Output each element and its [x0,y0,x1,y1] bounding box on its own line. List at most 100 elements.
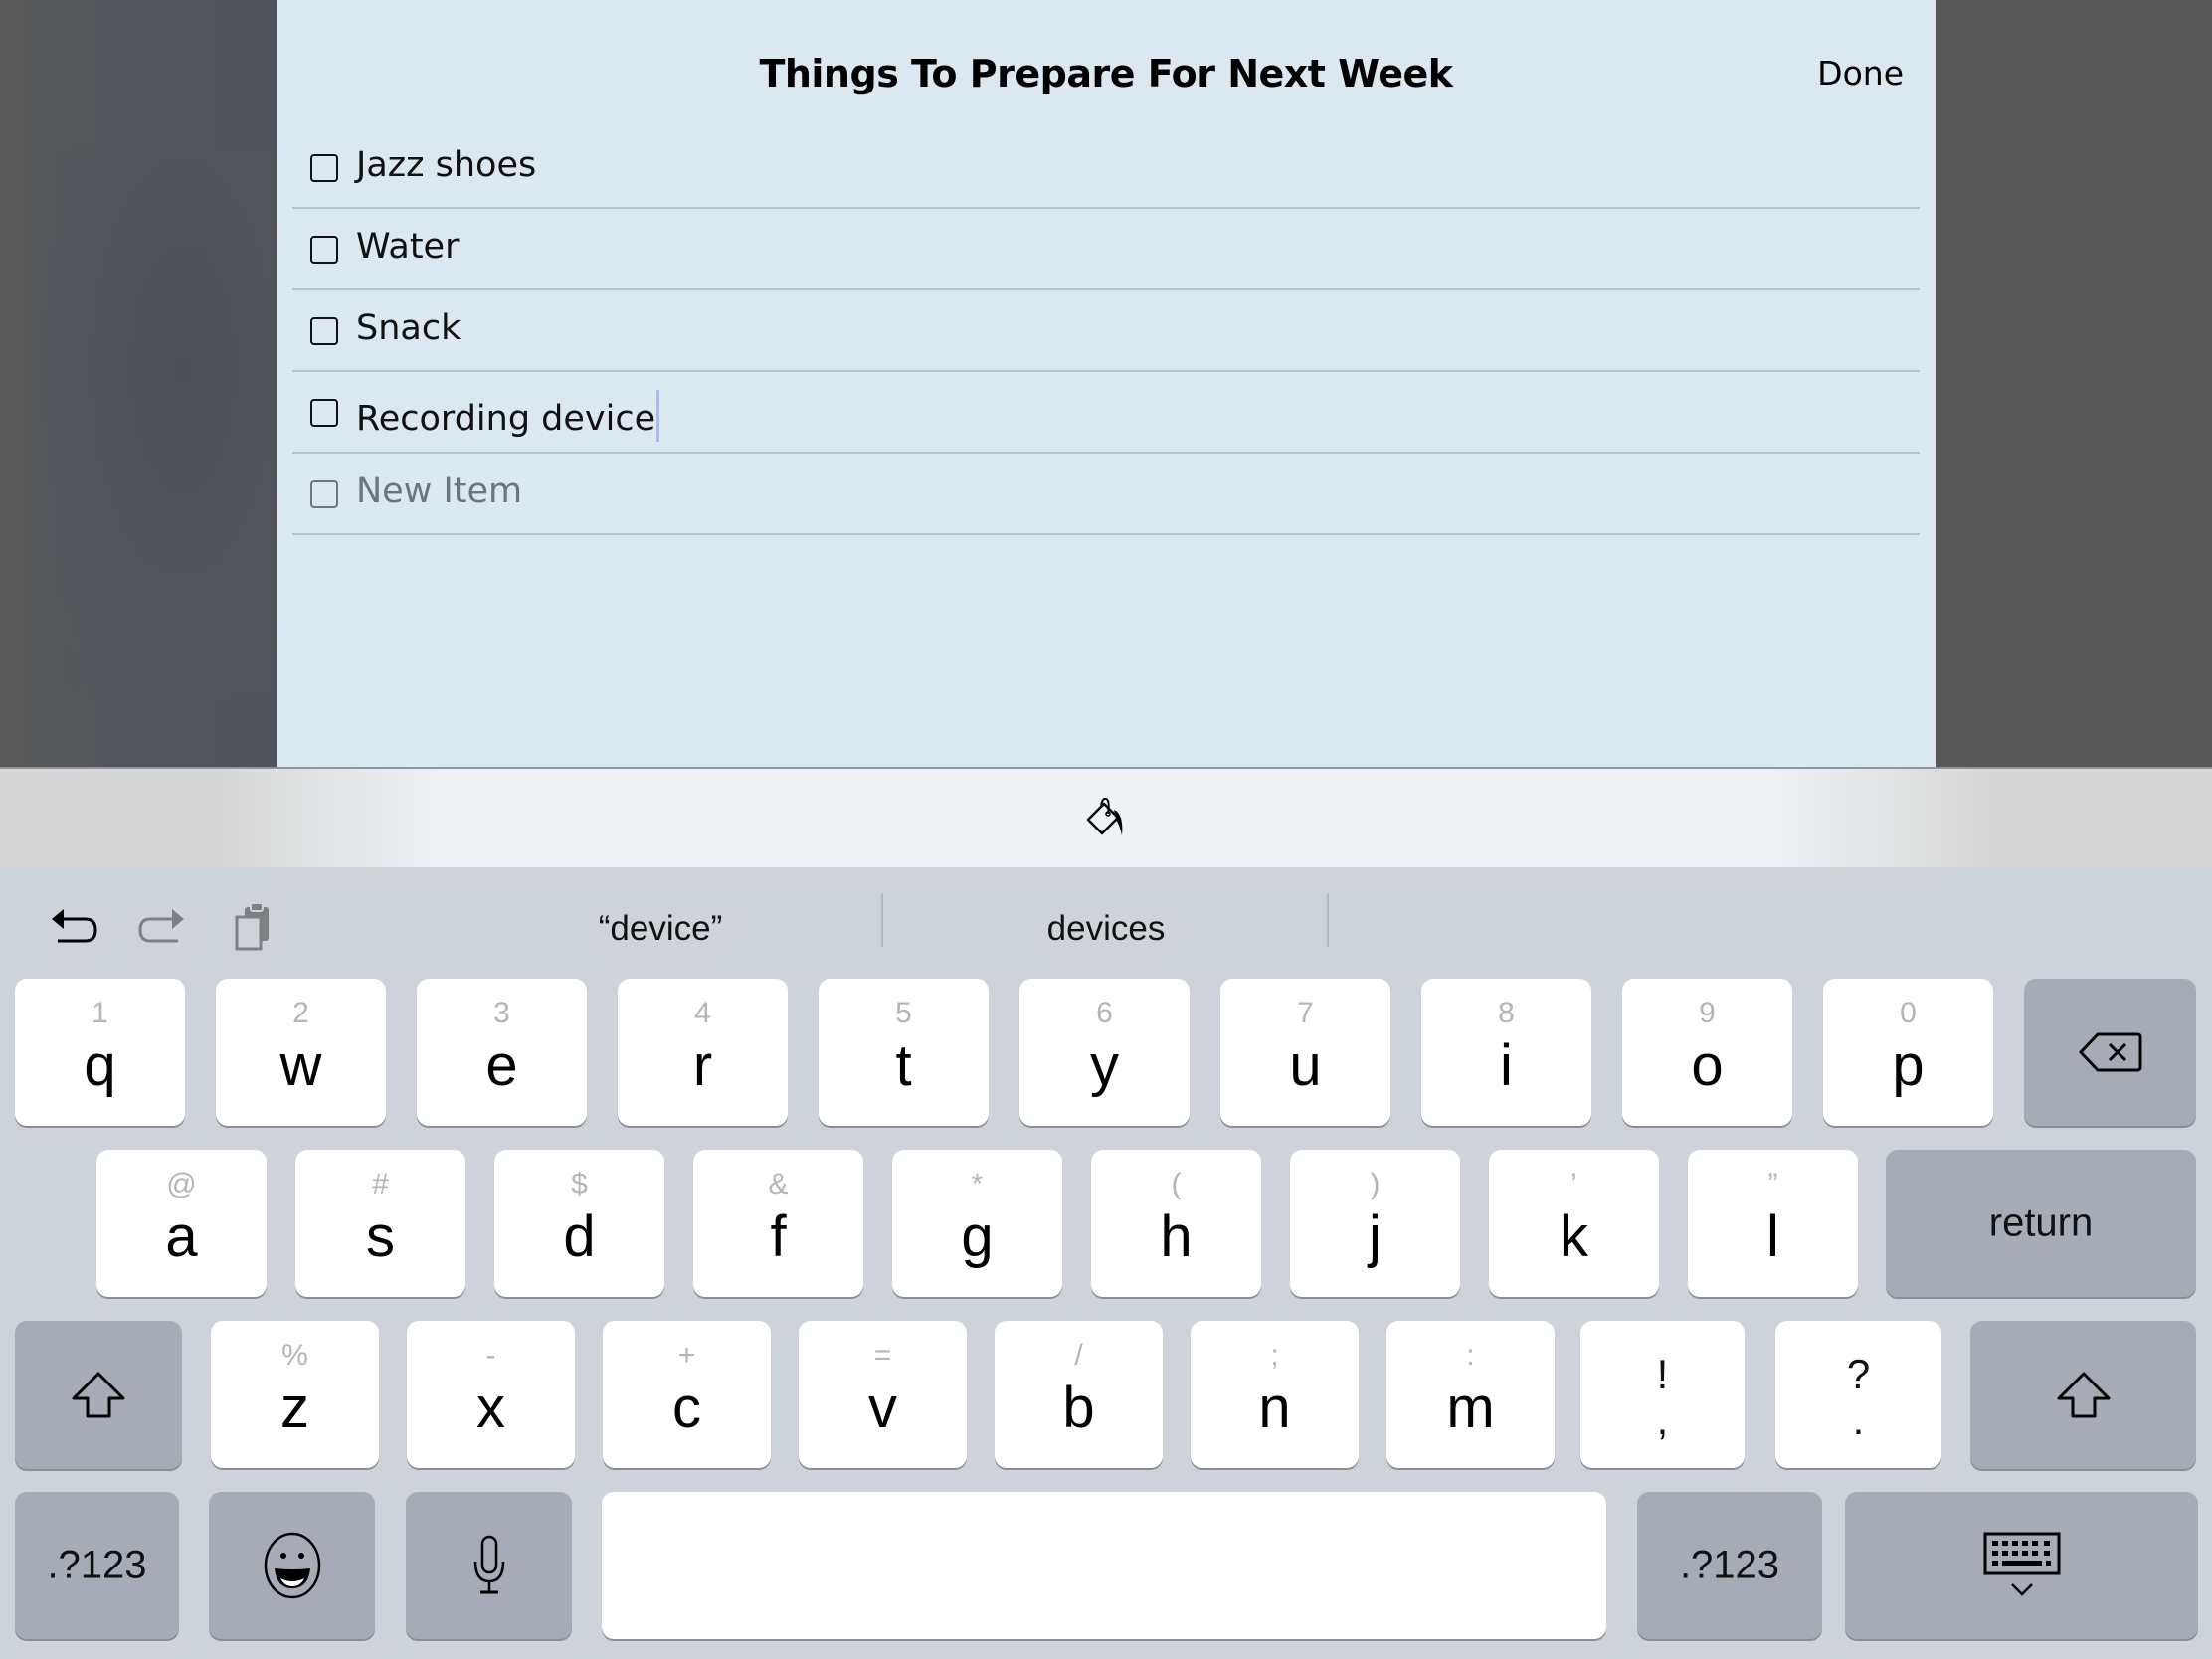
key-char: d [563,1204,596,1269]
key-g[interactable]: * g [892,1150,1062,1297]
key-d[interactable]: $ d [494,1150,664,1297]
key-k[interactable]: ’ k [1489,1150,1659,1297]
key-alt-char: ( [1171,1168,1182,1200]
on-screen-keyboard: “device” devices 1q2w3e4r5t6y7u8i9o0p @ a… [0,867,2212,1659]
item-text-input[interactable]: Recording device [356,390,660,442]
key-question-period[interactable]: ? . [1775,1321,1941,1468]
key-l[interactable]: ” l [1688,1150,1858,1297]
key-p[interactable]: 0p [1823,979,1993,1126]
key-r[interactable]: 4r [618,979,788,1126]
checklist-item[interactable]: Water [292,209,1920,290]
checklist-item[interactable]: Jazz shoes [292,127,1920,209]
new-item-row[interactable]: New Item [292,454,1920,535]
key-char: q [84,1033,116,1098]
dictation-key[interactable] [406,1492,572,1639]
key-h[interactable]: (h [1091,1150,1261,1297]
key-z[interactable]: % z [211,1321,379,1468]
key-t[interactable]: 5t [819,979,989,1126]
key-alt-char: 8 [1498,997,1515,1029]
key-a[interactable]: @ a [96,1150,267,1297]
key-f[interactable]: & f [693,1150,863,1297]
item-text[interactable]: Jazz shoes [356,145,536,185]
checkbox[interactable] [310,399,338,427]
key-char: n [1258,1376,1291,1440]
return-key[interactable]: return [1886,1150,2196,1297]
sheet-title: Things To Prepare For Next Week [759,52,1453,95]
checklist-item-editing[interactable]: Recording device [292,372,1920,454]
key-x[interactable]: -x [407,1321,575,1468]
key-b[interactable]: / b [995,1321,1163,1468]
key-q[interactable]: 1q [15,979,185,1126]
dismiss-keyboard-key[interactable] [1845,1492,2198,1639]
checkbox[interactable] [310,480,338,508]
checkbox[interactable] [310,317,338,345]
undo-icon[interactable] [42,897,101,957]
shift-key-right[interactable] [1970,1321,2196,1469]
return-label: return [1988,1200,2094,1245]
key-alt-char: 5 [895,997,912,1029]
key-alt-char: $ [571,1168,588,1200]
key-y[interactable]: 6y [1019,979,1190,1126]
prediction-2[interactable]: devices [883,909,1329,949]
redo-icon[interactable] [134,897,194,957]
key-i[interactable]: 8i [1421,979,1591,1126]
key-char: l [1766,1204,1779,1269]
key-char: i [1500,1033,1513,1098]
shift-icon [2057,1372,2110,1417]
key-alt-char: 6 [1096,997,1113,1029]
key-alt-char: + [677,1339,696,1372]
key-exclaim-comma[interactable]: ! , [1580,1321,1745,1468]
key-u[interactable]: 7u [1220,979,1390,1126]
key-e[interactable]: 3e [417,979,587,1126]
item-text[interactable]: Snack [356,308,461,348]
checkbox[interactable] [310,236,338,264]
numbers-key-right[interactable]: .?123 [1637,1492,1822,1639]
key-alt-char: ’ [1570,1168,1577,1200]
key-j[interactable]: ) j [1290,1150,1460,1297]
shift-icon [72,1372,125,1417]
new-item-placeholder[interactable]: New Item [356,471,522,511]
checkbox[interactable] [310,154,338,182]
emoji-icon [264,1532,320,1599]
prediction-1[interactable]: “device” [438,909,883,949]
key-char: r [692,1033,713,1098]
key-alt-char: 2 [292,997,309,1029]
key-v[interactable]: = v [799,1321,967,1468]
delete-icon [2079,1032,2141,1072]
shift-key-left[interactable] [15,1321,182,1469]
key-alt-char: 7 [1297,997,1314,1029]
key-alt-char: @ [166,1168,197,1200]
paint-bucket-icon[interactable] [1084,796,1128,841]
key-c[interactable]: + c [603,1321,771,1468]
key-o[interactable]: 9o [1622,979,1792,1126]
space-key[interactable] [602,1492,1606,1639]
done-button[interactable]: Done [1817,54,1904,92]
microphone-icon [473,1535,504,1594]
emoji-key[interactable] [209,1492,375,1639]
key-char: v [868,1376,897,1440]
key-alt-char: ) [1370,1168,1381,1200]
numbers-key-left[interactable]: .?123 [15,1492,179,1639]
key-w[interactable]: 2w [216,979,386,1126]
keyboard-accessory-bar [0,767,2212,867]
key-alt-char: 1 [92,997,108,1029]
key-s[interactable]: # s [295,1150,465,1297]
paste-icon[interactable] [227,897,286,957]
key-alt-char: = [873,1339,892,1372]
key-m[interactable]: :m [1386,1321,1555,1468]
key-alt-char: % [281,1339,308,1372]
checklist-item[interactable]: Snack [292,290,1920,372]
key-top-char: ? [1846,1351,1871,1397]
key-alt-char: 0 [1900,997,1917,1029]
key-alt-char: : [1466,1339,1475,1372]
text-caret [656,390,660,442]
item-text[interactable]: Water [356,227,459,267]
key-char: x [476,1376,505,1440]
prediction-divider [1327,893,1329,947]
key-alt-char: ; [1270,1339,1279,1372]
key-n[interactable]: ; n [1191,1321,1359,1468]
key-char: k [1560,1204,1588,1269]
delete-key[interactable] [2024,979,2196,1126]
key-char: b [1062,1376,1095,1440]
key-alt-char: - [485,1339,496,1372]
